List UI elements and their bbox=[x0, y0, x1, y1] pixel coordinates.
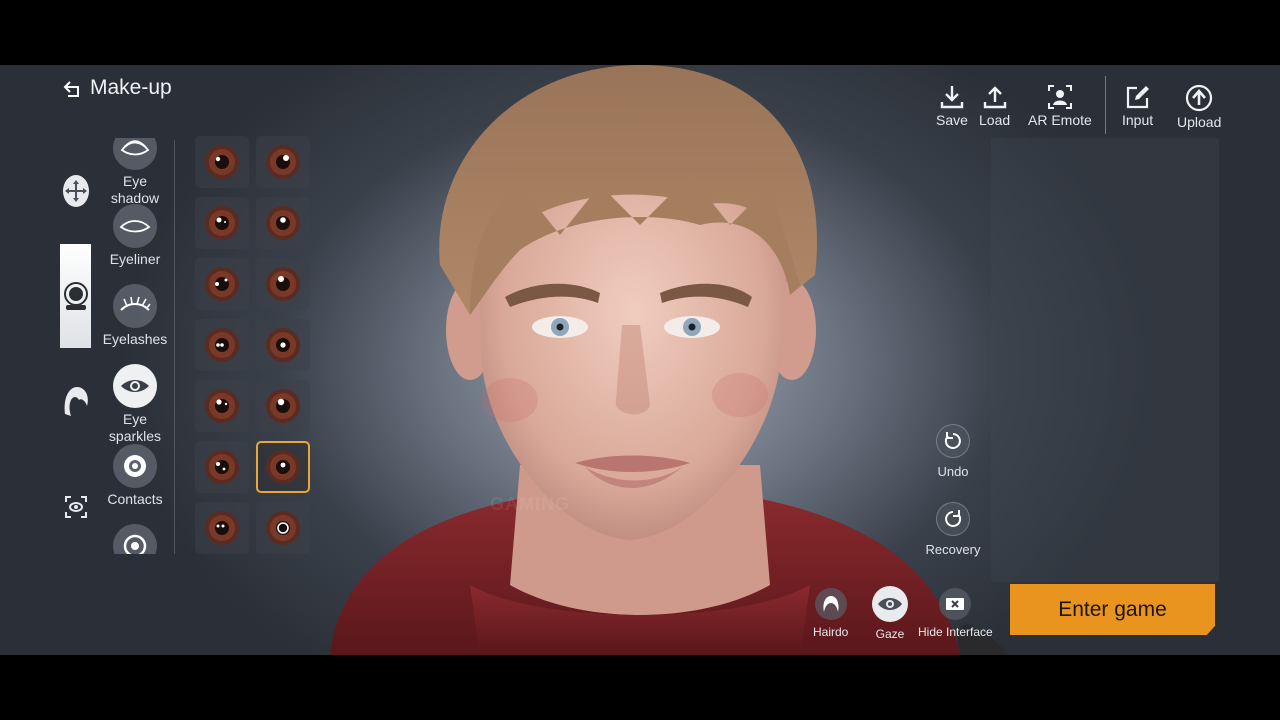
sparkle-option[interactable] bbox=[256, 258, 310, 310]
save-label: Save bbox=[936, 112, 968, 128]
enter-game-button[interactable]: Enter game bbox=[1010, 584, 1215, 635]
download-icon bbox=[940, 86, 964, 109]
eye-shadow-icon bbox=[113, 138, 157, 170]
sparkle-option[interactable] bbox=[256, 441, 310, 493]
submenu-label: Contacts bbox=[107, 491, 163, 507]
toolbar-divider bbox=[1105, 76, 1106, 134]
submenu-eyelashes[interactable]: Eyelashes bbox=[100, 284, 170, 348]
sparkle-option[interactable] bbox=[195, 441, 249, 493]
compact-mirror-icon bbox=[63, 282, 88, 310]
undo-icon bbox=[936, 424, 970, 458]
gaze-eye-icon bbox=[872, 586, 908, 622]
iris-icon bbox=[205, 267, 239, 301]
sparkle-option[interactable] bbox=[256, 319, 310, 371]
sparkle-option[interactable] bbox=[256, 502, 310, 554]
sparkle-option[interactable] bbox=[256, 380, 310, 432]
letterbox-top bbox=[0, 0, 1280, 65]
input-button[interactable]: Input bbox=[1122, 84, 1153, 128]
sparkle-option[interactable] bbox=[256, 197, 310, 249]
submenu-eye-shadow[interactable]: Eye shadow bbox=[100, 138, 170, 207]
sparkle-option[interactable] bbox=[195, 319, 249, 371]
undo-label: Undo bbox=[937, 464, 969, 479]
iris-icon bbox=[266, 450, 300, 484]
hair-icon bbox=[64, 387, 88, 416]
upload-label: Upload bbox=[1177, 114, 1222, 130]
lens-icon bbox=[113, 524, 157, 554]
category-column bbox=[58, 140, 94, 560]
sparkle-option[interactable] bbox=[195, 197, 249, 249]
hairdo-button[interactable]: Hairdo bbox=[813, 588, 848, 639]
eyelashes-icon bbox=[113, 284, 157, 328]
letterbox-bottom bbox=[0, 655, 1280, 720]
iris-icon bbox=[266, 328, 300, 362]
face-move-icon bbox=[63, 175, 89, 207]
hide-interface-icon bbox=[939, 588, 972, 620]
sparkle-option[interactable] bbox=[195, 258, 249, 310]
hide-interface-label: Hide Interface bbox=[918, 625, 993, 639]
iris-icon bbox=[266, 145, 300, 179]
iris-icon bbox=[205, 206, 239, 240]
submenu-label: Eyeliner bbox=[109, 251, 161, 267]
category-face[interactable] bbox=[58, 174, 94, 212]
sparkle-option[interactable] bbox=[195, 136, 249, 188]
submenu-label: Eyelashes bbox=[102, 331, 168, 347]
hairdo-label: Hairdo bbox=[813, 625, 849, 639]
undo-button[interactable]: Undo bbox=[933, 424, 973, 479]
iris-icon bbox=[205, 328, 239, 362]
redo-icon bbox=[936, 502, 970, 536]
submenu-contacts[interactable]: Contacts bbox=[100, 444, 170, 508]
hide-interface-button[interactable]: Hide Interface bbox=[918, 588, 993, 639]
ar-person-icon bbox=[1047, 85, 1072, 109]
ar-emote-button[interactable]: AR Emote bbox=[1028, 84, 1092, 128]
iris-icon bbox=[266, 511, 300, 545]
iris-icon bbox=[205, 450, 239, 484]
submenu-more[interactable] bbox=[100, 524, 170, 554]
info-panel bbox=[991, 138, 1219, 582]
page-title: Make-up bbox=[90, 76, 172, 99]
category-makeup[interactable] bbox=[60, 244, 91, 348]
eyeliner-icon bbox=[113, 204, 157, 248]
gaze-label: Gaze bbox=[875, 627, 905, 641]
hairdo-icon bbox=[814, 588, 847, 620]
recovery-label: Recovery bbox=[925, 542, 981, 557]
load-button[interactable]: Load bbox=[979, 84, 1010, 128]
makeup-submenu: Eye shadow Eyeliner Eyelashes Eye sparkl… bbox=[100, 138, 170, 554]
sparkle-option[interactable] bbox=[195, 380, 249, 432]
upload-button[interactable]: Upload bbox=[1177, 84, 1221, 130]
upload-tray-icon bbox=[983, 86, 1006, 109]
submenu-eye-sparkles[interactable]: Eye sparkles bbox=[100, 364, 170, 445]
gaze-button[interactable]: Gaze bbox=[872, 586, 908, 641]
iris-icon bbox=[205, 511, 239, 545]
save-button[interactable]: Save bbox=[936, 84, 968, 128]
contacts-icon bbox=[113, 444, 157, 488]
watermark: GAMING bbox=[490, 494, 570, 514]
load-label: Load bbox=[979, 112, 1011, 128]
back-arrow-icon[interactable] bbox=[62, 78, 84, 100]
eye-sparkle-grid bbox=[195, 136, 311, 554]
ar-emote-label: AR Emote bbox=[1028, 112, 1092, 128]
category-hair[interactable] bbox=[58, 384, 94, 418]
input-label: Input bbox=[1122, 112, 1154, 128]
category-eye-view[interactable] bbox=[58, 496, 94, 518]
iris-icon bbox=[266, 389, 300, 423]
iris-icon bbox=[205, 145, 239, 179]
iris-icon bbox=[266, 267, 300, 301]
upload-circle-icon bbox=[1186, 84, 1213, 112]
eye-sparkles-icon bbox=[113, 364, 157, 408]
iris-icon bbox=[205, 389, 239, 423]
sparkle-option[interactable] bbox=[256, 136, 310, 188]
eye-frame-icon bbox=[65, 496, 87, 518]
submenu-label: Eye shadow bbox=[110, 173, 160, 206]
edit-icon bbox=[1126, 86, 1149, 109]
submenu-label: Eye sparkles bbox=[108, 411, 162, 444]
submenu-eyeliner[interactable]: Eyeliner bbox=[100, 204, 170, 268]
divider bbox=[174, 140, 175, 554]
iris-icon bbox=[266, 206, 300, 240]
recovery-button[interactable]: Recovery bbox=[925, 502, 981, 557]
sparkle-option[interactable] bbox=[195, 502, 249, 554]
